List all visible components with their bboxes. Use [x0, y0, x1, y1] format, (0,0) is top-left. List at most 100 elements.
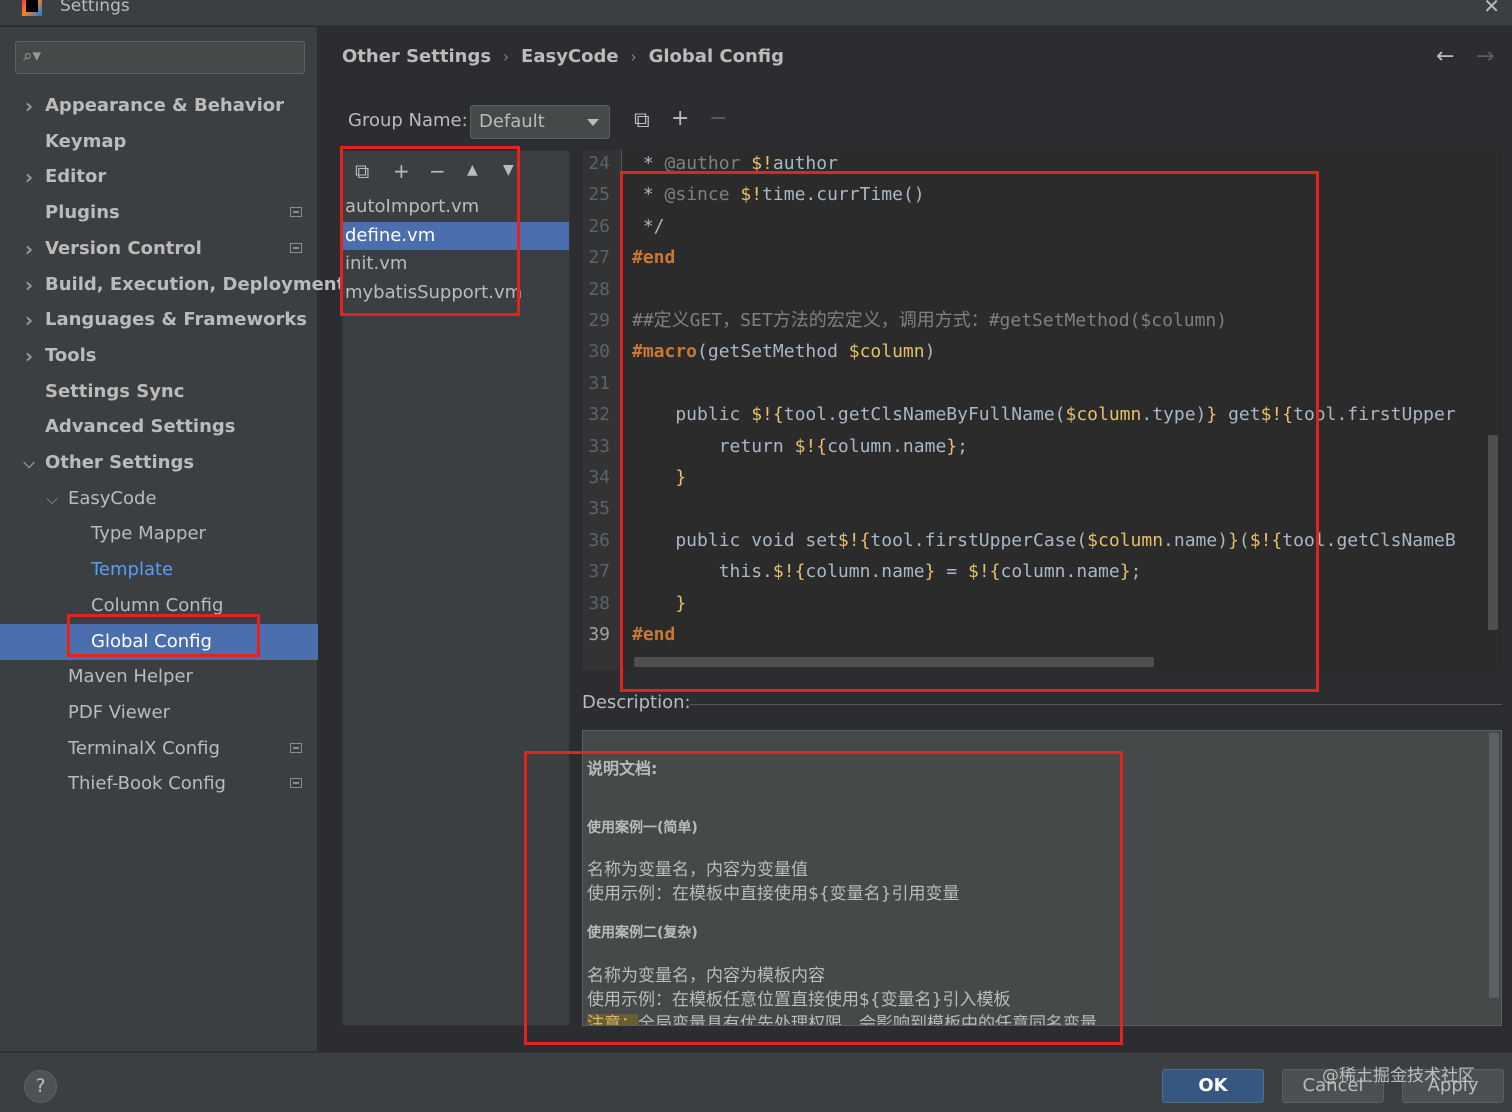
- sidebar-item-label: EasyCode: [68, 487, 157, 509]
- chevron-right-icon[interactable]: ›: [21, 231, 37, 267]
- sidebar-item-column-config[interactable]: Column Config: [0, 588, 318, 624]
- template-list-item[interactable]: autoImport.vm: [343, 193, 569, 221]
- add-group-icon[interactable]: +: [671, 106, 689, 131]
- remove-template-icon[interactable]: −: [429, 159, 446, 183]
- case1-line2: 使用示例：在模板中直接使用${变量名}引用变量: [587, 884, 960, 904]
- sidebar-item-thief-book-config[interactable]: Thief-Book Config: [0, 766, 318, 802]
- sidebar-item-label: Languages & Frameworks: [45, 309, 308, 331]
- breadcrumb-other-settings[interactable]: Other Settings: [342, 46, 491, 67]
- template-list-item[interactable]: mybatisSupport.vm: [343, 279, 569, 307]
- description-heading: 说明文档:: [587, 759, 658, 778]
- code-line: 39 #end: [582, 619, 1502, 650]
- note-label: 注意：: [587, 1014, 638, 1025]
- code-line: 34 }: [582, 462, 1502, 493]
- project-level-icon: [290, 207, 302, 218]
- intellij-logo-icon: [22, 0, 42, 16]
- sidebar-item-plugins[interactable]: Plugins: [0, 195, 318, 231]
- sidebar-item-tools[interactable]: › Tools: [0, 338, 318, 374]
- dropdown-caret-icon: [587, 119, 599, 126]
- code-line: 24 * @author $!author: [582, 150, 1502, 179]
- editor-horizontal-scrollbar[interactable]: [634, 657, 1154, 667]
- help-button[interactable]: ?: [24, 1070, 57, 1103]
- breadcrumb-easycode[interactable]: EasyCode: [521, 46, 619, 67]
- window-title: Settings: [60, 0, 130, 16]
- line-number: 24: [588, 153, 610, 174]
- copy-group-icon[interactable]: ⧉: [634, 108, 650, 133]
- sidebar-item-easycode[interactable]: ⌵ EasyCode: [0, 481, 318, 517]
- code-line: 27 #end: [582, 242, 1502, 273]
- move-down-icon[interactable]: ▼: [503, 162, 514, 178]
- chevron-right-icon[interactable]: ›: [21, 338, 37, 374]
- code-line: 38 }: [582, 588, 1502, 619]
- description-divider: [690, 704, 1502, 705]
- close-icon[interactable]: ✕: [1483, 0, 1500, 18]
- watermark: @稀土掘金技术社区: [1322, 1066, 1475, 1086]
- sidebar-item-advanced-settings[interactable]: Advanced Settings: [0, 409, 318, 445]
- chevron-right-icon[interactable]: ›: [21, 267, 37, 303]
- code-text: * @author $!author: [632, 153, 838, 174]
- sidebar-item-maven-helper[interactable]: Maven Helper: [0, 659, 318, 695]
- project-level-icon: [290, 242, 302, 253]
- sidebar-item-version-control[interactable]: › Version Control: [0, 231, 318, 267]
- template-list-panel: ⧉ + − ▲ ▼ autoImport.vm define.vm init.vm m…: [342, 150, 570, 1026]
- line-number: 35: [588, 498, 610, 520]
- sidebar-item-label: Advanced Settings: [45, 416, 236, 438]
- editor-vertical-scrollbar[interactable]: [1488, 435, 1498, 630]
- group-name-value: Default: [479, 111, 545, 132]
- line-number: 33: [588, 435, 610, 457]
- sidebar-item-label: Tools: [45, 344, 97, 366]
- template-list-item[interactable]: define.vm: [343, 221, 569, 250]
- code-text: #macro(getSetMethod $column): [632, 341, 936, 363]
- sidebar-item-terminalx-config[interactable]: TerminalX Config: [0, 731, 318, 767]
- description-panel[interactable]: 说明文档: 使用案例一(简单) 名称为变量名，内容为变量值 使用示例：在模板中直…: [582, 730, 1502, 1026]
- sidebar-item-template[interactable]: Template: [0, 552, 318, 588]
- group-name-label: Group Name:: [348, 110, 468, 131]
- settings-sidebar: ⌕▾ › Appearance & Behavior Keymap › Editor Pl…: [0, 27, 345, 1051]
- template-list-item[interactable]: init.vm: [343, 250, 569, 278]
- sidebar-item-other-settings[interactable]: ⌵ Other Settings: [0, 445, 318, 481]
- sidebar-item-languages-frameworks[interactable]: › Languages & Frameworks: [0, 302, 318, 338]
- chevron-right-icon[interactable]: ›: [21, 302, 37, 338]
- back-arrow-icon[interactable]: ←: [1436, 44, 1454, 69]
- sidebar-item-label: Maven Helper: [68, 666, 193, 688]
- sidebar-item-label: PDF Viewer: [68, 701, 170, 723]
- remove-group-icon[interactable]: −: [709, 106, 727, 131]
- chevron-right-icon[interactable]: ›: [21, 88, 37, 124]
- sidebar-item-type-mapper[interactable]: Type Mapper: [0, 516, 318, 552]
- case2-title: 使用案例二(复杂): [587, 925, 698, 941]
- chevron-down-icon[interactable]: ⌵: [44, 481, 60, 517]
- line-number: 34: [588, 467, 610, 488]
- code-text: public void set$!{tool.firstUpperCase($c…: [632, 529, 1456, 551]
- sidebar-item-editor[interactable]: › Editor: [0, 159, 318, 195]
- sidebar-item-keymap[interactable]: Keymap: [0, 124, 318, 160]
- note-text: 全局变量具有优先处理权限，会影响到模板中的任意同名变量，: [638, 1014, 1114, 1026]
- group-name-select[interactable]: Default: [470, 105, 610, 139]
- chevron-right-icon[interactable]: ›: [21, 159, 37, 195]
- code-line: 30 #macro(getSetMethod $column): [582, 336, 1502, 367]
- forward-arrow-icon[interactable]: →: [1476, 44, 1494, 69]
- ok-button[interactable]: OK: [1162, 1069, 1264, 1103]
- line-number: 26: [588, 215, 610, 237]
- line-number: 39: [588, 624, 610, 645]
- project-level-icon: [290, 778, 302, 789]
- description-scrollbar[interactable]: [1489, 733, 1499, 998]
- chevron-down-icon[interactable]: ⌵: [21, 445, 37, 481]
- project-level-icon: [290, 742, 302, 753]
- copy-template-icon[interactable]: ⧉: [355, 159, 369, 183]
- add-template-icon[interactable]: +: [393, 159, 410, 183]
- sidebar-item-global-config[interactable]: Global Config: [0, 623, 318, 660]
- code-editor[interactable]: 24 * @author $!author 25 * @since $!time.…: [582, 150, 1502, 670]
- code-text: public $!{tool.getClsNameByFullName($col…: [632, 404, 1456, 426]
- move-up-icon[interactable]: ▲: [467, 162, 478, 178]
- sidebar-item-appearance-behavior[interactable]: › Appearance & Behavior: [0, 88, 318, 124]
- sidebar-item-settings-sync[interactable]: Settings Sync: [0, 374, 318, 410]
- case2-line1: 名称为变量名，内容为模板内容: [587, 966, 825, 986]
- sidebar-item-label: Global Config: [91, 630, 212, 652]
- sidebar-item-pdf-viewer[interactable]: PDF Viewer: [0, 695, 318, 731]
- line-number: 32: [588, 404, 610, 426]
- sidebar-item-label: Other Settings: [45, 452, 195, 473]
- breadcrumb: Other Settings › EasyCode › Global Config: [342, 46, 784, 67]
- line-number: 37: [588, 561, 610, 583]
- settings-search-input[interactable]: ⌕▾: [15, 41, 305, 74]
- sidebar-item-build-execution-deployment[interactable]: › Build, Execution, Deployment: [0, 267, 345, 303]
